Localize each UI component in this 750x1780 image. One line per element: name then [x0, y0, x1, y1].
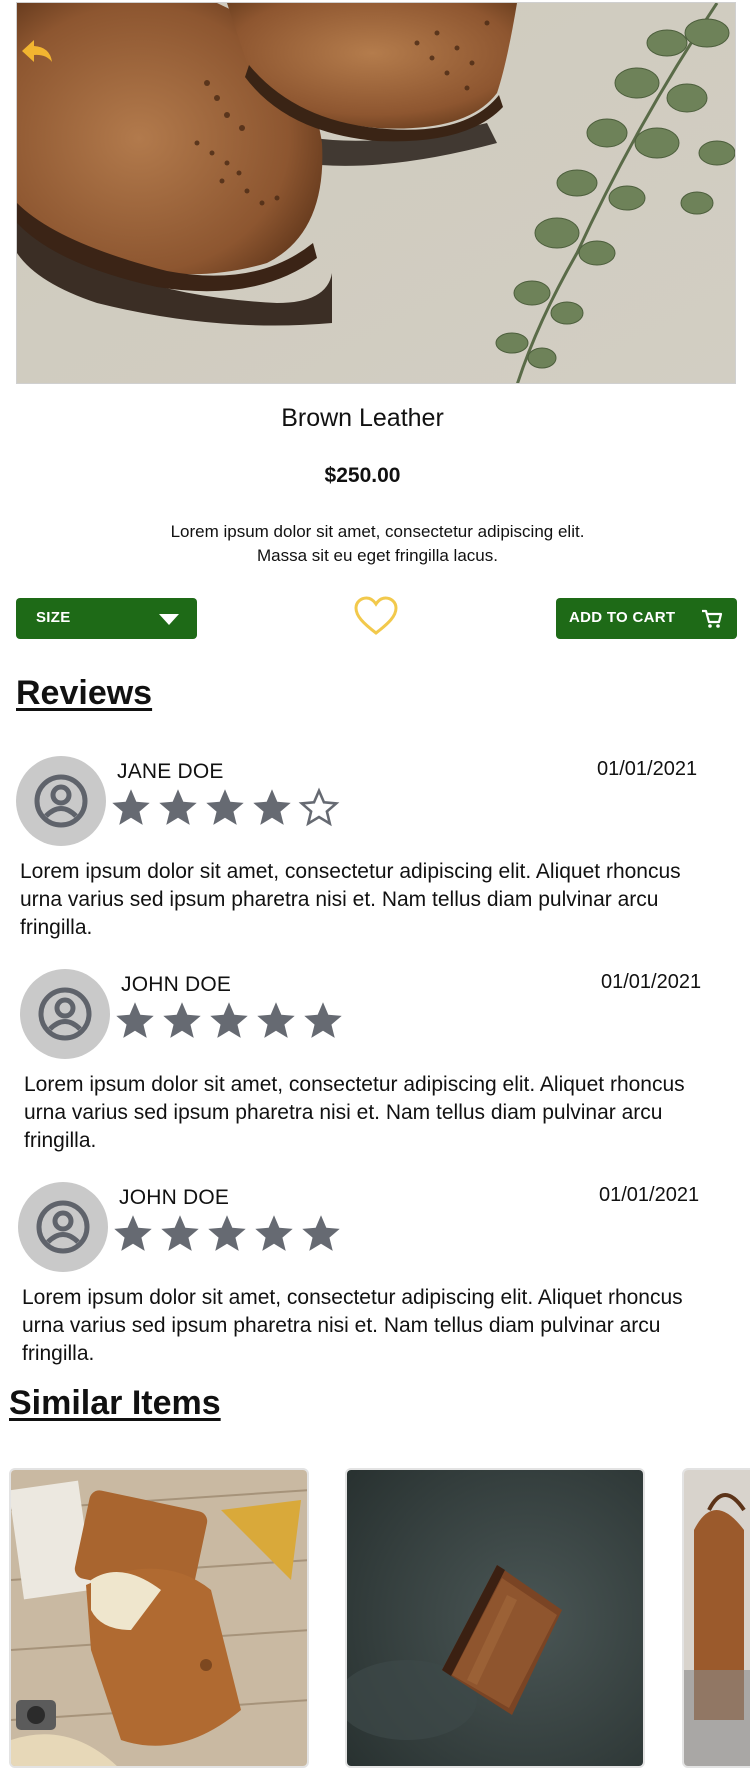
star-icon: [114, 1215, 152, 1251]
product-hero-image: [16, 2, 736, 384]
product-description-line: Lorem ipsum dolor sit amet, consectetur …: [170, 522, 585, 541]
star-rating: [113, 999, 345, 1043]
star-icon: [161, 1215, 199, 1251]
back-arrow-icon[interactable]: [20, 38, 54, 66]
similar-item-card[interactable]: [682, 1468, 750, 1768]
similar-items-heading: Similar Items: [9, 1384, 221, 1422]
review-item: JANE DOE 01/01/2021 Lorem ipsum dolor si…: [16, 756, 716, 956]
review-date: 01/01/2021: [599, 1184, 700, 1206]
product-description-line: Massa sit eu eget fringilla lacus.: [257, 546, 498, 565]
reviewer-name: JOHN DOE: [121, 973, 232, 996]
star-icon: [304, 1002, 342, 1038]
star-outline-icon: [298, 787, 340, 827]
star-rating: [111, 1212, 343, 1256]
similar-item-card[interactable]: [9, 1468, 309, 1768]
product-description: Lorem ipsum dolor sit amet, consectetur …: [0, 520, 750, 568]
caret-down-icon: [159, 614, 179, 625]
similar-item-card[interactable]: [345, 1468, 645, 1768]
product-price: $250.00: [324, 464, 401, 487]
reviewer-name: JOHN DOE: [119, 1186, 230, 1209]
star-rating: [109, 786, 341, 830]
user-circle-icon: [20, 969, 110, 1059]
review-text: Lorem ipsum dolor sit amet, consectetur …: [24, 1073, 685, 1152]
review-date: 01/01/2021: [601, 971, 702, 993]
star-icon: [302, 1215, 340, 1251]
size-dropdown-button[interactable]: SIZE: [16, 598, 197, 639]
user-circle-icon: [18, 1182, 108, 1272]
review-text: Lorem ipsum dolor sit amet, consectetur …: [22, 1286, 683, 1365]
reviewer-name: JANE DOE: [117, 760, 224, 783]
size-dropdown-label: SIZE: [36, 609, 71, 626]
product-name: Brown Leather: [281, 404, 444, 432]
reviews-heading: Reviews: [16, 674, 153, 712]
star-icon: [257, 1002, 295, 1038]
review-date: 01/01/2021: [597, 758, 698, 780]
user-circle-icon: [16, 756, 106, 846]
review-item: JOHN DOE 01/01/2021 Lorem ipsum dolor si…: [20, 969, 720, 1169]
star-icon: [159, 789, 197, 825]
add-to-cart-label: ADD TO CART: [569, 609, 676, 626]
review-text: Lorem ipsum dolor sit amet, consectetur …: [20, 860, 681, 939]
star-icon: [206, 789, 244, 825]
star-icon: [253, 789, 291, 825]
heart-outline-icon[interactable]: [353, 596, 399, 636]
add-to-cart-button[interactable]: ADD TO CART: [556, 598, 737, 639]
star-icon: [255, 1215, 293, 1251]
star-icon: [210, 1002, 248, 1038]
star-icon: [112, 789, 150, 825]
star-icon: [163, 1002, 201, 1038]
cart-icon: [701, 609, 723, 629]
similar-items-carousel[interactable]: [0, 1468, 750, 1778]
star-icon: [116, 1002, 154, 1038]
review-item: JOHN DOE 01/01/2021 Lorem ipsum dolor si…: [18, 1182, 718, 1382]
star-icon: [208, 1215, 246, 1251]
